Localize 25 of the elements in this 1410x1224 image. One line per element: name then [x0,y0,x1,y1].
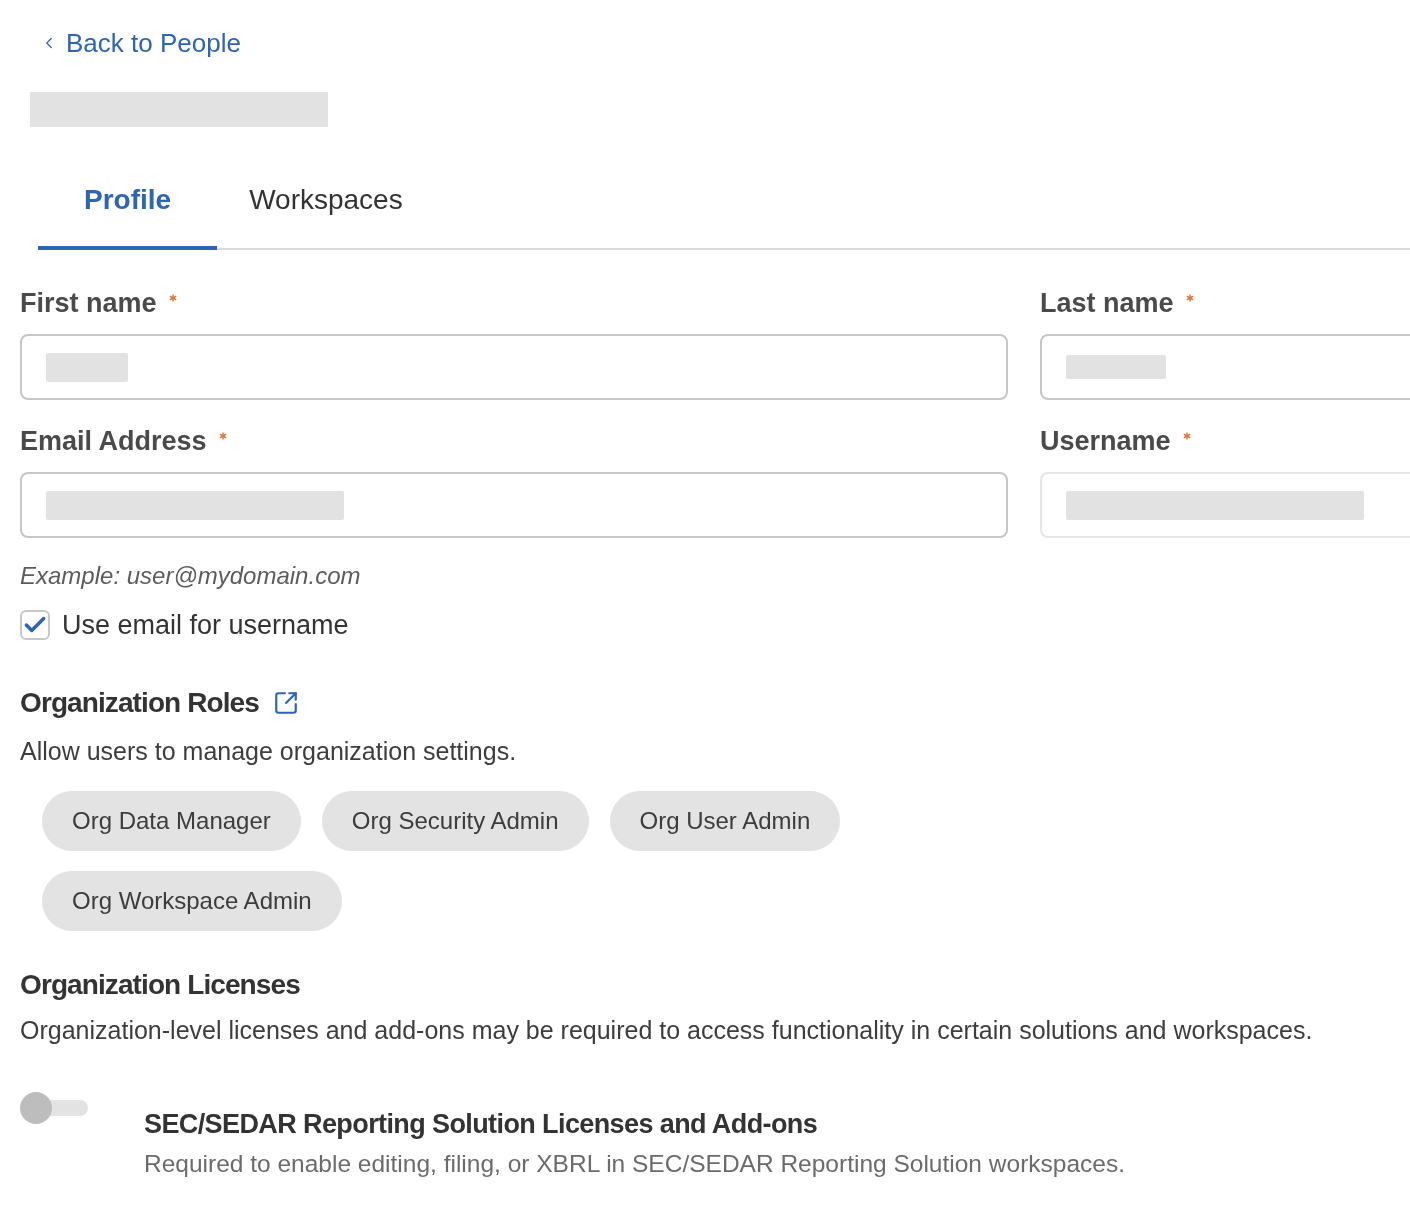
role-chip[interactable]: Org Workspace Admin [42,871,342,931]
input-field[interactable] [20,334,1008,400]
section-heading: Organization Roles [20,686,259,720]
external-link-icon[interactable] [272,690,299,716]
field-hint: Example: user@mydomain.com [20,562,361,590]
tab[interactable]: Profile [38,154,218,250]
field-label: Email Address [20,426,207,456]
license-description: Required to enable editing, filing, or XBRL in SEC/SEDAR Reporting Solution workspaces. [144,1149,1125,1179]
checkbox[interactable] [20,610,50,640]
role-chip[interactable]: Org Data Manager [42,791,301,851]
license-title: SEC/SEDAR Reporting Solution Licenses and Add-ons [144,1108,818,1141]
section-heading: Organization Licenses [20,968,300,1002]
field-label: Username [1040,426,1171,456]
checkbox-label: Use email for username [62,609,349,641]
field-label: Last name [1040,288,1174,318]
toggle-switch[interactable] [20,1092,88,1124]
role-chip[interactable]: Org Security Admin [321,791,589,851]
role-chip[interactable]: Org User Admin [609,791,841,851]
section-description: Allow users to manage organization settings. [20,736,517,766]
field-label: First name [20,288,157,318]
tab[interactable]: Workspaces [217,154,435,250]
input-field[interactable] [20,472,1008,538]
input-field[interactable] [1040,334,1410,400]
section-description: Organization-level licenses and add-ons may be required to access functionality in certain solutions and workspaces. [20,1015,1313,1045]
back-link[interactable]: Back to People [40,24,241,62]
